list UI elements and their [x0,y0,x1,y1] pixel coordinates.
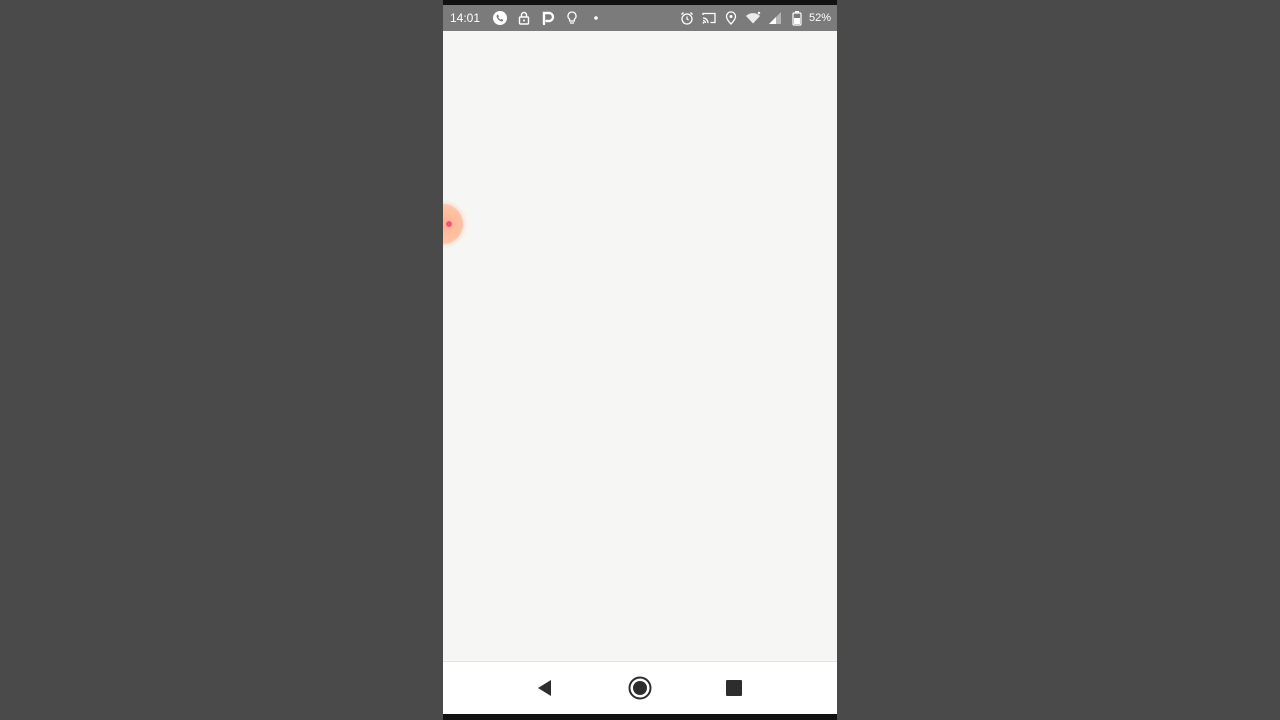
recents-button[interactable] [722,676,746,700]
chat-head-indicator-dot [446,221,452,227]
signal-icon [767,10,783,26]
dot-icon [588,10,604,26]
navigation-bar [443,662,837,714]
lightbulb-icon [564,10,580,26]
system-icons: 52% [679,8,831,28]
notification-icons [492,8,604,28]
back-icon [538,680,551,696]
status-time: 14:01 [450,11,481,25]
lock-icon [516,10,532,26]
wifi-icon [745,10,761,26]
app-content-area [443,31,837,661]
battery-icon [789,10,805,26]
battery-percentage: 52% [808,12,831,24]
recents-icon [726,680,742,696]
floating-chat-head[interactable] [443,204,463,244]
home-icon [628,676,652,700]
back-button[interactable] [533,676,557,700]
whatsapp-icon [492,10,508,26]
home-button[interactable] [628,676,652,700]
cast-icon [701,10,717,26]
location-icon [723,10,739,26]
bottom-bezel [443,714,837,720]
phone-screen: 14:01 52% [443,0,837,720]
alarm-icon [679,10,695,26]
status-bar: 14:01 52% [443,5,837,31]
p-app-icon [540,10,556,26]
